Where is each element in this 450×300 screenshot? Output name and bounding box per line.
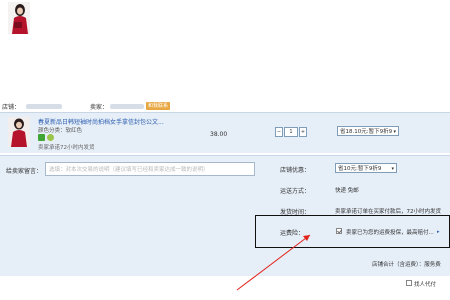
annotation-arrow [236, 234, 311, 291]
